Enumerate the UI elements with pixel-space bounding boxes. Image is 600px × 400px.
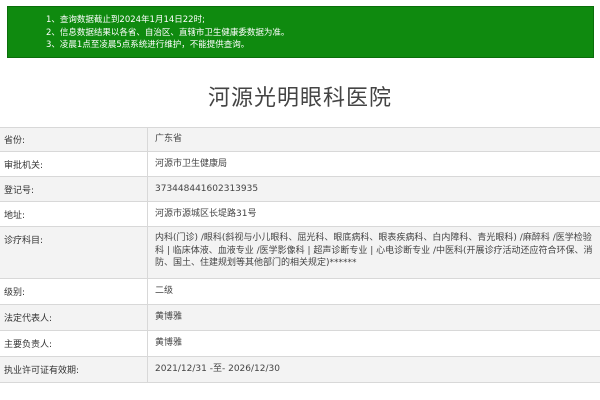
field-label: 法定代表人: — [0, 305, 148, 330]
info-row-level: 级别: 二级 — [0, 279, 600, 305]
field-value: 河源市源城区长堤路31号 — [155, 208, 257, 219]
info-row-principal: 主要负责人: 黄博雅 — [0, 331, 600, 357]
field-label: 省份: — [0, 128, 148, 151]
field-value: 内科(门诊) /眼科(斜视与小儿眼科、屈光科、眼底病科、眼表疾病科、白内障科、青… — [155, 233, 593, 268]
field-label: 诊疗科目: — [0, 227, 148, 278]
notice-line: 2、信息数据结果以各省、自治区、直辖市卫生健康委数据为准。 — [46, 27, 290, 38]
notice-line: 3、凌晨1点至凌晨5点系统进行维护，不能提供查询。 — [46, 40, 250, 50]
field-label: 登记号: — [0, 177, 148, 201]
notice-banner: 1、查询数据截止到2024年1月14日22时; 2、信息数据结果以各省、自治区、… — [7, 6, 594, 58]
info-row-license-validity: 执业许可证有效期: 2021/12/31 -至- 2026/12/30 — [0, 357, 600, 383]
field-value: 2021/12/31 -至- 2026/12/30 — [155, 364, 280, 375]
info-row-province: 省份: 广东省 — [0, 128, 600, 152]
hospital-name: 河源光明眼科医院 — [207, 86, 392, 111]
info-row-medical-subjects: 诊疗科目: 内科(门诊) /眼科(斜视与小儿眼科、屈光科、眼底病科、眼表疾病科、… — [0, 227, 600, 279]
info-row-legal-representative: 法定代表人: 黄博雅 — [0, 305, 600, 331]
info-row-address: 地址: 河源市源城区长堤路31号 — [0, 202, 600, 227]
field-label: 地址: — [0, 202, 148, 226]
field-value: 河源市卫生健康局 — [155, 158, 228, 169]
field-value: 广东省 — [155, 134, 183, 145]
field-label: 审批机关: — [0, 152, 148, 176]
field-value: 黄博雅 — [155, 338, 183, 349]
field-label: 主要负责人: — [0, 331, 148, 356]
info-row-registration-number: 登记号: 373448441602313935 — [0, 177, 600, 202]
field-value: 黄博雅 — [155, 312, 183, 323]
field-value: 二级 — [155, 286, 174, 297]
field-value: 373448441602313935 — [155, 183, 259, 194]
field-label: 执业许可证有效期: — [0, 357, 148, 382]
info-row-approval-authority: 审批机关: 河源市卫生健康局 — [0, 152, 600, 177]
field-label: 级别: — [0, 279, 148, 304]
notice-line: 1、查询数据截止到2024年1月14日22时; — [46, 15, 205, 25]
info-table: 省份: 广东省 审批机关: 河源市卫生健康局 登记号: 373448441602… — [0, 127, 600, 383]
